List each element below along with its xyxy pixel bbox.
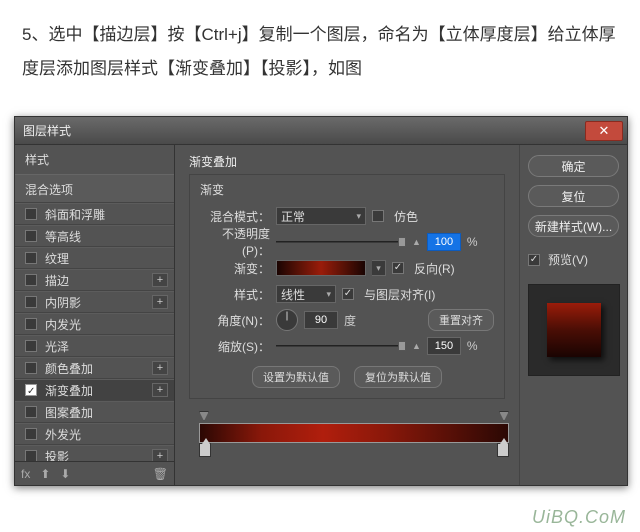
style-label: 样式： bbox=[200, 286, 270, 303]
checkbox-icon[interactable] bbox=[25, 230, 37, 242]
scale-input[interactable]: 150 bbox=[427, 337, 461, 355]
style-item-bevel[interactable]: 斜面和浮雕 bbox=[15, 203, 174, 225]
angle-dial[interactable] bbox=[276, 309, 298, 331]
scale-label: 缩放(S)： bbox=[200, 338, 270, 355]
slider-thumb-icon[interactable] bbox=[398, 341, 406, 351]
checkbox-icon[interactable] bbox=[25, 318, 37, 330]
checkbox-icon[interactable] bbox=[25, 274, 37, 286]
preview-toggle[interactable]: 预览(V) bbox=[528, 251, 619, 268]
new-style-button[interactable]: 新建样式(W)... bbox=[528, 215, 619, 237]
gradient-bar[interactable] bbox=[199, 423, 509, 443]
checkbox-icon[interactable] bbox=[25, 384, 37, 396]
instruction-text: 5、选中【描边层】按【Ctrl+j】复制一个图层，命名为【立体厚度层】给立体厚度… bbox=[0, 0, 640, 104]
dither-label: 仿色 bbox=[394, 208, 418, 225]
plus-icon[interactable]: + bbox=[152, 383, 168, 397]
close-button[interactable]: ✕ bbox=[585, 121, 623, 141]
caret-down-icon: ▾ bbox=[326, 289, 331, 300]
scale-unit: % bbox=[467, 339, 478, 353]
gradient-swatch[interactable] bbox=[276, 260, 366, 276]
plus-icon[interactable]: + bbox=[152, 295, 168, 309]
align-label: 与图层对齐(I) bbox=[364, 286, 435, 303]
reverse-label: 反向(R) bbox=[414, 260, 455, 277]
opacity-input[interactable]: 100 bbox=[427, 233, 461, 251]
style-item-drop-shadow[interactable]: 投影+ bbox=[15, 445, 174, 461]
arrow-up-icon: ▲ bbox=[412, 341, 421, 351]
preview-box bbox=[528, 284, 620, 376]
style-item-inner-shadow[interactable]: 内阴影+ bbox=[15, 291, 174, 313]
ok-button[interactable]: 确定 bbox=[528, 155, 619, 177]
style-item-color-overlay[interactable]: 颜色叠加+ bbox=[15, 357, 174, 379]
style-select[interactable]: 线性▾ bbox=[276, 285, 336, 303]
gradient-settings: 渐变 混合模式： 正常▾ 仿色 不透明度(P)： ▲ 100 % 渐变： bbox=[189, 174, 505, 399]
blend-mode-select[interactable]: 正常▾ bbox=[276, 207, 366, 225]
section-title: 渐变叠加 bbox=[189, 153, 505, 170]
opacity-label: 不透明度(P)： bbox=[200, 225, 270, 259]
layer-style-dialog: 图层样式 ✕ 样式 混合选项 斜面和浮雕 等高线 纹理 描边+ 内阴影+ 内发光… bbox=[14, 116, 628, 486]
style-item-stroke[interactable]: 描边+ bbox=[15, 269, 174, 291]
checkbox-icon[interactable] bbox=[25, 296, 37, 308]
gradient-dropdown[interactable]: ▾ bbox=[372, 260, 386, 276]
styles-sidebar: 样式 混合选项 斜面和浮雕 等高线 纹理 描边+ 内阴影+ 内发光 光泽 颜色叠… bbox=[15, 145, 175, 485]
style-item-texture[interactable]: 纹理 bbox=[15, 247, 174, 269]
opacity-stop-icon[interactable] bbox=[499, 411, 509, 421]
preview-swatch bbox=[547, 303, 601, 357]
sidebar-footer: fx ⬆ ⬇ 🗑 bbox=[15, 461, 174, 485]
set-default-button[interactable]: 设置为默认值 bbox=[252, 366, 340, 388]
style-item-inner-glow[interactable]: 内发光 bbox=[15, 313, 174, 335]
angle-input[interactable]: 90 bbox=[304, 311, 338, 329]
trash-icon[interactable]: 🗑 bbox=[153, 467, 168, 481]
sidebar-head-blend[interactable]: 混合选项 bbox=[15, 174, 174, 203]
caret-down-icon: ▾ bbox=[356, 211, 361, 222]
watermark: UiBQ.CoM bbox=[532, 507, 626, 528]
reset-default-button[interactable]: 复位为默认值 bbox=[354, 366, 442, 388]
gradient-editor[interactable] bbox=[199, 411, 509, 457]
dither-checkbox[interactable] bbox=[372, 210, 384, 222]
blend-mode-label: 混合模式： bbox=[200, 208, 270, 225]
scale-slider[interactable] bbox=[276, 340, 406, 352]
style-item-contour[interactable]: 等高线 bbox=[15, 225, 174, 247]
reset-align-button[interactable]: 重置对齐 bbox=[428, 309, 494, 331]
down-arrow-icon[interactable]: ⬇ bbox=[60, 467, 70, 481]
settings-panel: 渐变叠加 渐变 混合模式： 正常▾ 仿色 不透明度(P)： ▲ 100 % bbox=[175, 145, 519, 485]
style-item-outer-glow[interactable]: 外发光 bbox=[15, 423, 174, 445]
style-item-satin[interactable]: 光泽 bbox=[15, 335, 174, 357]
action-panel: 确定 复位 新建样式(W)... 预览(V) bbox=[519, 145, 627, 485]
dialog-titlebar[interactable]: 图层样式 ✕ bbox=[15, 117, 627, 145]
dialog-title: 图层样式 bbox=[23, 122, 585, 139]
checkbox-icon[interactable] bbox=[25, 252, 37, 264]
arrow-up-icon: ▲ bbox=[412, 237, 421, 247]
angle-label: 角度(N)： bbox=[200, 312, 270, 329]
plus-icon[interactable]: + bbox=[152, 361, 168, 375]
checkbox-icon[interactable] bbox=[25, 428, 37, 440]
gradient-label: 渐变： bbox=[200, 260, 270, 277]
slider-thumb-icon[interactable] bbox=[398, 237, 406, 247]
up-arrow-icon[interactable]: ⬆ bbox=[40, 467, 50, 481]
checkbox-icon[interactable] bbox=[25, 450, 37, 461]
fx-icon[interactable]: fx bbox=[21, 467, 30, 481]
preview-checkbox[interactable] bbox=[528, 254, 540, 266]
opacity-unit: % bbox=[467, 235, 478, 249]
color-stop-icon[interactable] bbox=[199, 443, 211, 457]
style-list: 斜面和浮雕 等高线 纹理 描边+ 内阴影+ 内发光 光泽 颜色叠加+ 渐变叠加+… bbox=[15, 203, 174, 461]
checkbox-icon[interactable] bbox=[25, 406, 37, 418]
sub-title: 渐变 bbox=[200, 181, 494, 198]
checkbox-icon[interactable] bbox=[25, 340, 37, 352]
reset-button[interactable]: 复位 bbox=[528, 185, 619, 207]
angle-unit: 度 bbox=[344, 312, 356, 329]
align-checkbox[interactable] bbox=[342, 288, 354, 300]
color-stop-icon[interactable] bbox=[497, 443, 509, 457]
opacity-slider[interactable] bbox=[276, 236, 406, 248]
style-item-gradient-overlay[interactable]: 渐变叠加+ bbox=[15, 379, 174, 401]
preview-label: 预览(V) bbox=[548, 251, 588, 268]
plus-icon[interactable]: + bbox=[152, 449, 168, 461]
reverse-checkbox[interactable] bbox=[392, 262, 404, 274]
sidebar-head-styles[interactable]: 样式 bbox=[15, 145, 174, 172]
style-item-pattern-overlay[interactable]: 图案叠加 bbox=[15, 401, 174, 423]
opacity-stop-icon[interactable] bbox=[199, 411, 209, 421]
plus-icon[interactable]: + bbox=[152, 273, 168, 287]
checkbox-icon[interactable] bbox=[25, 362, 37, 374]
checkbox-icon[interactable] bbox=[25, 208, 37, 220]
